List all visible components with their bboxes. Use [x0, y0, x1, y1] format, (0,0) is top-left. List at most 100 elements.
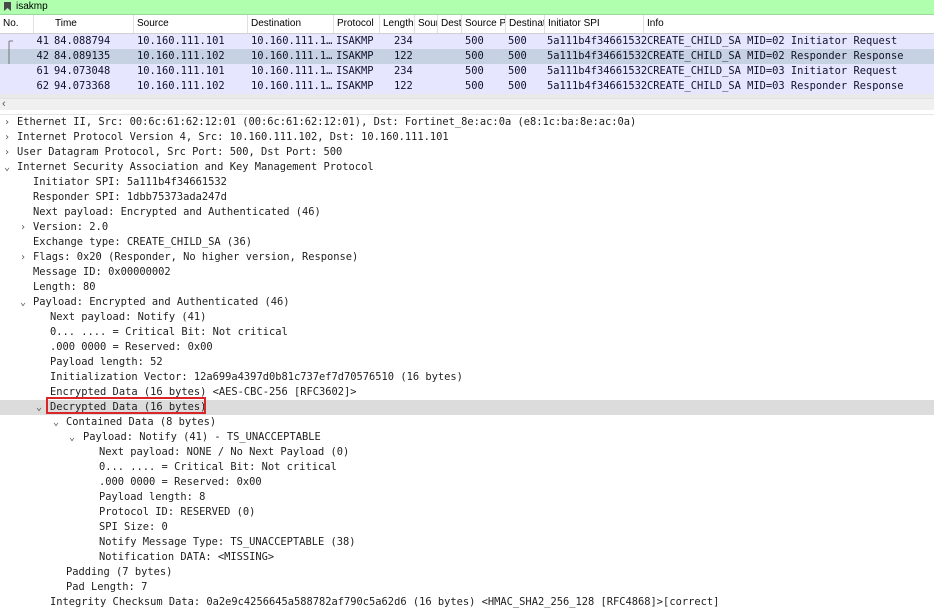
tree-item-label: Notify Message Type: TS_UNACCEPTABLE (38… [99, 536, 356, 548]
column-header-source[interactable]: Source [134, 15, 248, 33]
tree-item[interactable]: Notification DATA: <MISSING> [0, 550, 934, 565]
tree-item[interactable]: › Ethernet II, Src: 00:6c:61:62:12:01 (0… [0, 115, 934, 130]
tree-item[interactable]: Message ID: 0x00000002 [0, 265, 934, 280]
tree-item[interactable]: Padding (7 bytes) [0, 565, 934, 580]
tree-item[interactable]: Responder SPI: 1dbb75373ada247d [0, 190, 934, 205]
horizontal-scrollbar[interactable]: ‹ [0, 98, 934, 110]
tree-item[interactable]: › Internet Protocol Version 4, Src: 10.1… [0, 130, 934, 145]
column-header-protocol[interactable]: Protocol [334, 15, 380, 33]
tree-item[interactable]: Initiator SPI: 5a111b4f34661532 [0, 175, 934, 190]
tree-item[interactable]: ⌄ Payload: Notify (41) - TS_UNACCEPTABLE [0, 430, 934, 445]
column-header-initiator-spi[interactable]: Initiator SPI [545, 15, 644, 33]
tree-item-label: Internet Protocol Version 4, Src: 10.160… [17, 131, 449, 143]
tree-item-label: Protocol ID: RESERVED (0) [99, 506, 256, 518]
tree-item[interactable]: Integrity Checksum Data: 0a2e9c4256645a5… [0, 595, 934, 610]
cell-length: 122 [394, 50, 413, 62]
cell-protocol: ISAKMP [336, 50, 374, 62]
column-header-no[interactable]: No. [0, 15, 34, 33]
collapse-chevron-icon[interactable]: ⌄ [51, 415, 61, 430]
packet-row[interactable]: 61 94.073048 10.160.111.101 10.160.111.1… [0, 64, 934, 79]
column-header-source-2[interactable]: Sour [415, 15, 438, 33]
tree-item-label: 0... .... = Critical Bit: Not critical [99, 461, 337, 473]
tree-item-label: Payload length: 8 [99, 491, 206, 503]
column-header-destination[interactable]: Destination [248, 15, 334, 33]
tree-item-label: Message ID: 0x00000002 [33, 266, 171, 278]
cell-source: 10.160.111.101 [137, 65, 225, 77]
tree-item[interactable]: › Flags: 0x20 (Responder, No higher vers… [0, 250, 934, 265]
cell-length: 234 [394, 65, 413, 77]
display-filter-input[interactable]: isakmp [16, 0, 48, 14]
packet-row-selected[interactable]: 42 84.089135 10.160.111.102 10.160.111.1… [0, 49, 934, 64]
bookmark-icon[interactable] [3, 2, 12, 11]
tree-item[interactable]: Payload length: 8 [0, 490, 934, 505]
tree-item[interactable]: ⌄ Contained Data (8 bytes) [0, 415, 934, 430]
tree-item[interactable]: Next payload: Encrypted and Authenticate… [0, 205, 934, 220]
column-header-info[interactable]: Info [644, 15, 934, 33]
column-header-length[interactable]: Length [380, 15, 415, 33]
tree-item-label: Contained Data (8 bytes) [66, 416, 217, 428]
expand-chevron-icon[interactable]: › [2, 115, 12, 130]
cell-destination-port: 500 [508, 50, 527, 62]
cell-source: 10.160.111.101 [137, 35, 225, 47]
tree-item[interactable]: Pad Length: 7 [0, 580, 934, 595]
tree-item[interactable]: Notify Message Type: TS_UNACCEPTABLE (38… [0, 535, 934, 550]
packet-list-header: No. Time Source Destination Protocol Len… [0, 15, 934, 34]
collapse-chevron-icon[interactable]: ⌄ [18, 295, 28, 310]
cell-source: 10.160.111.102 [137, 50, 225, 62]
cell-info: CREATE_CHILD_SA MID=02 Initiator Request [647, 35, 898, 47]
expand-chevron-icon[interactable]: › [18, 220, 28, 235]
tree-item-label: Initialization Vector: 12a699a4397d0b81c… [50, 371, 463, 383]
cell-destination: 10.160.111.1… [251, 35, 333, 47]
cell-destination: 10.160.111.1… [251, 50, 333, 62]
tree-item[interactable]: › Version: 2.0 [0, 220, 934, 235]
column-header-source-port[interactable]: Source Po [462, 15, 506, 33]
tree-item[interactable]: ⌄ Internet Security Association and Key … [0, 160, 934, 175]
cell-source-port: 500 [465, 35, 484, 47]
scroll-left-icon[interactable]: ‹ [2, 98, 6, 110]
collapse-chevron-icon[interactable]: ⌄ [2, 160, 12, 175]
tree-item-label: Payload: Encrypted and Authenticated (46… [33, 296, 290, 308]
tree-item-label: Next payload: NONE / No Next Payload (0) [99, 446, 350, 458]
expand-chevron-icon[interactable]: › [2, 130, 12, 145]
tree-item[interactable]: .000 0000 = Reserved: 0x00 [0, 475, 934, 490]
highlight-annotation-box [46, 397, 206, 414]
tree-item-label: Ethernet II, Src: 00:6c:61:62:12:01 (00:… [17, 116, 637, 128]
tree-item[interactable]: .000 0000 = Reserved: 0x00 [0, 340, 934, 355]
tree-item[interactable]: Next payload: Notify (41) [0, 310, 934, 325]
column-header-destination-port[interactable]: Destinat [506, 15, 545, 33]
tree-item[interactable]: 0... .... = Critical Bit: Not critical [0, 460, 934, 475]
tree-item-label: Responder SPI: 1dbb75373ada247d [33, 191, 227, 203]
tree-item[interactable]: 0... .... = Critical Bit: Not critical [0, 325, 934, 340]
cell-destination: 10.160.111.1… [251, 80, 333, 92]
tree-item[interactable]: Length: 80 [0, 280, 934, 295]
tree-item[interactable]: Exchange type: CREATE_CHILD_SA (36) [0, 235, 934, 250]
packet-row[interactable]: 41 84.088794 10.160.111.101 10.160.111.1… [0, 34, 934, 49]
collapse-chevron-icon[interactable]: ⌄ [67, 430, 77, 445]
tree-item[interactable]: Initialization Vector: 12a699a4397d0b81c… [0, 370, 934, 385]
display-filter-bar[interactable]: isakmp [0, 0, 934, 15]
tree-item[interactable]: ⌄ Payload: Encrypted and Authenticated (… [0, 295, 934, 310]
collapse-chevron-icon[interactable]: ⌄ [34, 400, 44, 415]
tree-item[interactable]: SPI Size: 0 [0, 520, 934, 535]
tree-item-label: Next payload: Encrypted and Authenticate… [33, 206, 321, 218]
column-header-dest-2[interactable]: Dest [438, 15, 462, 33]
cell-destination-port: 500 [508, 35, 527, 47]
cell-initiator-spi: 5a111b4f34661532 [547, 35, 648, 47]
tree-item-label: Notification DATA: <MISSING> [99, 551, 275, 563]
tree-item[interactable]: Payload length: 52 [0, 355, 934, 370]
cell-time: 94.073368 [54, 80, 111, 92]
cell-source-port: 500 [465, 80, 484, 92]
cell-no: 42 [36, 50, 49, 62]
cell-info: CREATE_CHILD_SA MID=03 Responder Respons… [647, 80, 904, 92]
tree-item[interactable]: Next payload: NONE / No Next Payload (0) [0, 445, 934, 460]
tree-item[interactable]: Protocol ID: RESERVED (0) [0, 505, 934, 520]
column-header-time[interactable]: Time [52, 15, 134, 33]
cell-initiator-spi: 5a111b4f34661532 [547, 65, 648, 77]
tree-item[interactable]: › User Datagram Protocol, Src Port: 500,… [0, 145, 934, 160]
expand-chevron-icon[interactable]: › [18, 250, 28, 265]
cell-time: 84.088794 [54, 35, 111, 47]
cell-length: 122 [394, 80, 413, 92]
packet-row[interactable]: 62 94.073368 10.160.111.102 10.160.111.1… [0, 79, 934, 94]
expand-chevron-icon[interactable]: › [2, 145, 12, 160]
cell-protocol: ISAKMP [336, 35, 374, 47]
